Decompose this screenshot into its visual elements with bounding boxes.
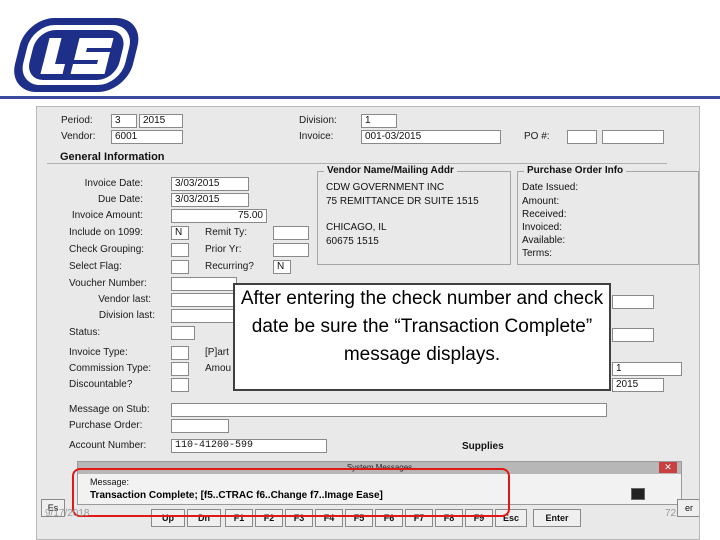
vendor-last-field[interactable] [171,293,237,307]
po-field[interactable] [567,130,597,144]
section-divider [47,163,667,164]
message-stub-field[interactable] [171,403,607,417]
enter-button[interactable]: Enter [533,509,581,527]
due-date-label: Due Date: [97,194,143,205]
po-group-title: Purchase Order Info [524,165,627,176]
header-rule [0,96,720,99]
recurring-label: Recurring? [205,261,254,272]
prior-yr-label: Prior Yr: [205,244,242,255]
po-amount-label: Amount: [522,196,560,207]
right-field-2[interactable]: 2015 [612,378,664,392]
po-invoiced-label: Invoiced: [522,222,563,233]
division-last-label: Division last: [98,310,155,321]
discountable-label: Discountable? [69,379,133,390]
invoice-date-label: Invoice Date: [84,178,143,189]
invoice-date-field[interactable]: 3/03/2015 [171,177,249,191]
po-received-label: Received: [522,209,567,220]
close-icon[interactable]: ✕ [659,462,677,473]
purchase-order-label: Purchase Order: [69,420,143,431]
due-date-field[interactable]: 3/03/2015 [171,193,249,207]
commission-type-label: Commission Type: [69,363,152,374]
po-available-label: Available: [522,235,566,246]
voucher-number-field[interactable] [171,277,237,291]
prior-yr-field[interactable] [273,243,309,257]
slide-date: 9/17/2018 [45,508,90,519]
commission-amount-part: Amou [205,363,232,374]
purchase-order-field[interactable] [171,419,229,433]
right-field-3[interactable] [612,295,654,309]
account-number-field[interactable]: 110-41200-599 [171,439,327,453]
po-terms-label: Terms: [522,248,552,259]
select-flag-field[interactable] [171,260,189,274]
check-grouping-label: Check Grouping: [69,244,145,255]
highlight-box [72,468,510,517]
po-info-group: Purchase Order Info Date Issued: Amount:… [517,165,699,265]
remit-ty-field[interactable] [273,226,309,240]
vendor-address-group: Vendor Name/Mailing Addr CDW GOVERNMENT … [317,165,511,265]
invoice-label: Invoice: [299,131,334,142]
right-field-1[interactable]: 1 [612,362,682,376]
instruction-callout: After entering the check number and chec… [233,283,611,391]
vendor-field[interactable]: 6001 [111,130,183,144]
check-grouping-field[interactable] [171,243,189,257]
invoice-type-label: Invoice Type: [69,347,128,358]
division-label: Division: [299,115,337,126]
division-last-field[interactable] [171,309,237,323]
right-edge-button[interactable]: er [677,499,699,517]
invoice-type-field[interactable] [171,346,189,360]
message-stub-label: Message on Stub: [69,404,150,415]
vendor-line-2: 75 REMITTANCE DR SUITE 1515 [326,196,479,207]
period-label: Period: [61,115,93,126]
po-label: PO #: [524,131,550,142]
invoice-field[interactable]: 001-03/2015 [361,130,501,144]
ls-logo-icon [14,18,139,92]
voucher-number-label: Voucher Number: [69,278,147,289]
division-field[interactable]: 1 [361,114,397,128]
right-field-4[interactable] [612,328,654,342]
invoice-type-part: [P]art [205,347,229,358]
include-1099-label: Include on 1099: [69,227,143,238]
message-checkbox[interactable] [631,488,645,500]
invoice-amount-field[interactable]: 75.00 [171,209,267,223]
recurring-field[interactable]: N [273,260,291,274]
slide-page-number: 72 [665,508,677,519]
vendor-line-1: CDW GOVERNMENT INC [326,182,445,193]
discountable-field[interactable] [171,378,189,392]
commission-type-field[interactable] [171,362,189,376]
general-info-title: General Information [60,151,165,163]
period-field[interactable]: 3 [111,114,137,128]
po-date-issued-label: Date Issued: [522,182,579,193]
slide: Period: 3 2015 Division: 1 Vendor: 6001 … [0,0,720,540]
po-field-2[interactable] [602,130,664,144]
status-field[interactable] [171,326,195,340]
vendor-group-title: Vendor Name/Mailing Addr [324,165,457,176]
period-year-field[interactable]: 2015 [139,114,183,128]
vendor-last-label: Vendor last: [98,294,151,305]
vendor-label: Vendor: [61,131,96,142]
remit-ty-label: Remit Ty: [205,227,248,238]
vendor-line-4: 60675 1515 [326,236,379,247]
account-number-label: Account Number: [69,440,147,451]
account-description: Supplies [462,441,504,452]
select-flag-label: Select Flag: [69,261,122,272]
include-1099-field[interactable]: N [171,226,189,240]
vendor-line-3: CHICAGO, IL [326,222,387,233]
invoice-amount-label: Invoice Amount: [71,210,143,221]
status-label: Status: [69,327,101,338]
